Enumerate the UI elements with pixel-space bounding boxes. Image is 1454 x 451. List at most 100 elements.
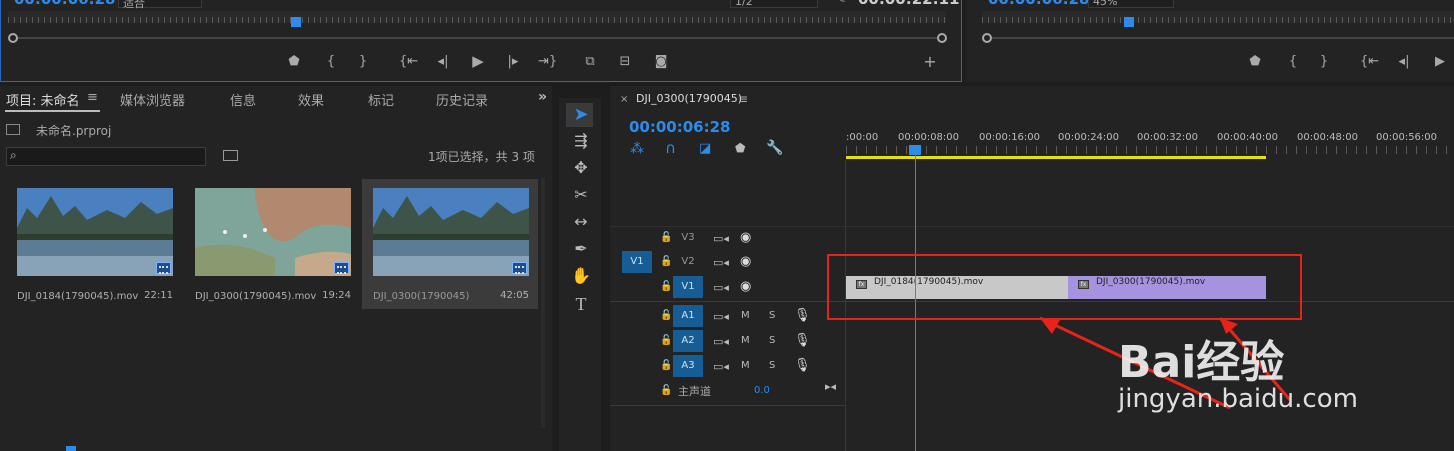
wrench-icon[interactable]: 🔧 bbox=[766, 140, 783, 156]
timeline-timecode[interactable]: 00:00:06:28 bbox=[629, 118, 731, 136]
step-forward-icon[interactable]: |▸ bbox=[504, 54, 522, 70]
source-zoom-select[interactable]: 适合 bbox=[118, 0, 202, 10]
add-button-icon[interactable]: + bbox=[921, 54, 939, 70]
timeline-playhead-handle[interactable] bbox=[909, 145, 921, 155]
program-mark-in-icon[interactable]: { bbox=[1284, 54, 1302, 70]
track-label[interactable]: V3 bbox=[673, 227, 703, 249]
source-zoom-bar[interactable] bbox=[14, 37, 942, 39]
mark-in-icon[interactable]: { bbox=[322, 54, 340, 70]
add-marker-icon[interactable]: ⬟ bbox=[735, 141, 745, 155]
ripple-edit-tool-icon[interactable]: ✥ bbox=[570, 158, 592, 178]
wrench-icon[interactable]: ✎ bbox=[836, 0, 846, 6]
insert-icon[interactable]: ⧉ bbox=[581, 54, 599, 70]
close-icon[interactable]: × bbox=[620, 94, 628, 105]
mute-button[interactable]: M bbox=[741, 335, 750, 346]
sync-lock-icon[interactable]: ▭◂ bbox=[713, 281, 729, 294]
track-label[interactable]: V2 bbox=[673, 251, 703, 273]
sequence-menu-icon[interactable]: ≡ bbox=[738, 92, 748, 106]
linked-selection-icon[interactable]: ◪ bbox=[699, 141, 711, 156]
timeline-ruler-ticks[interactable] bbox=[846, 146, 1454, 154]
solo-button[interactable]: S bbox=[769, 310, 775, 321]
program-timecode[interactable]: 00:00:06:28 bbox=[988, 0, 1090, 8]
sync-lock-icon[interactable]: ▭◂ bbox=[713, 360, 729, 373]
lock-icon[interactable]: 🔓 bbox=[660, 385, 672, 396]
hand-tool-icon[interactable]: ✋ bbox=[570, 266, 592, 286]
source-timecode[interactable]: 00:00:06:28 bbox=[14, 0, 116, 8]
track-label[interactable]: V1 bbox=[673, 276, 703, 298]
sync-lock-icon[interactable]: ▭◂ bbox=[713, 335, 729, 348]
lock-icon[interactable]: 🔓 bbox=[660, 310, 672, 321]
mark-out-icon[interactable]: } bbox=[354, 54, 372, 70]
project-item[interactable]: DJI_0300(1790045).mov 19:24 bbox=[184, 179, 360, 309]
program-mark-out-icon[interactable]: } bbox=[1315, 54, 1333, 70]
lock-icon[interactable]: 🔓 bbox=[660, 256, 672, 267]
sync-lock-icon[interactable]: ▭◂ bbox=[713, 256, 729, 269]
tab-media-browser[interactable]: 媒体浏览器 bbox=[120, 90, 185, 109]
tab-project[interactable]: 项目: 未命名 bbox=[6, 90, 80, 109]
microphone-icon[interactable]: 🎙 bbox=[794, 358, 811, 373]
selection-tool-icon[interactable]: ➤ bbox=[570, 105, 592, 125]
go-to-out-icon[interactable]: ⇥} bbox=[538, 54, 557, 70]
snap-icon[interactable]: ∩ bbox=[665, 139, 676, 157]
overwrite-icon[interactable]: ⊟ bbox=[616, 54, 634, 70]
lock-icon[interactable]: 🔓 bbox=[660, 281, 672, 292]
project-item-selected[interactable]: DJI_0300(1790045) 42:05 bbox=[362, 179, 538, 309]
source-zoom-right-handle[interactable] bbox=[937, 33, 947, 43]
lock-icon[interactable]: 🔓 bbox=[660, 360, 672, 371]
sequence-thumbnail[interactable] bbox=[373, 188, 529, 276]
project-item[interactable]: DJI_0184(1790045).mov 22:11 bbox=[6, 179, 182, 309]
camera-icon[interactable]: ◙ bbox=[652, 54, 670, 70]
program-time-ruler[interactable] bbox=[982, 11, 1454, 23]
folder-up-icon[interactable] bbox=[6, 124, 20, 135]
clip-thumbnail[interactable] bbox=[195, 188, 351, 276]
program-zoom-bar[interactable] bbox=[990, 37, 1454, 39]
program-zoom-handle[interactable] bbox=[982, 33, 992, 43]
source-patch-v1[interactable]: V1 bbox=[622, 251, 652, 273]
play-icon[interactable]: ▶ bbox=[469, 53, 487, 69]
go-to-in-out-icon[interactable]: ▸◂ bbox=[825, 380, 836, 393]
lock-icon[interactable]: 🔓 bbox=[660, 335, 672, 346]
project-scrollbar[interactable] bbox=[541, 178, 545, 428]
mute-button[interactable]: M bbox=[741, 360, 750, 371]
nest-icon[interactable]: ⁂ bbox=[630, 141, 644, 157]
tab-history[interactable]: 历史记录 bbox=[436, 90, 488, 109]
source-playhead[interactable] bbox=[291, 17, 301, 27]
new-bin-icon[interactable] bbox=[223, 150, 238, 161]
track-label[interactable]: A2 bbox=[673, 330, 703, 352]
lock-icon[interactable]: 🔓 bbox=[660, 232, 672, 243]
more-tabs-icon[interactable]: » bbox=[538, 89, 547, 105]
step-back-icon[interactable]: ◂| bbox=[434, 54, 452, 70]
microphone-icon[interactable]: 🎙 bbox=[794, 333, 811, 348]
program-playhead[interactable] bbox=[1124, 17, 1134, 27]
source-time-ruler[interactable] bbox=[8, 11, 946, 23]
solo-button[interactable]: S bbox=[769, 335, 775, 346]
panel-menu-icon[interactable]: ≡ bbox=[87, 90, 98, 105]
track-label[interactable]: A3 bbox=[673, 355, 703, 377]
add-marker-icon[interactable]: ⬟ bbox=[285, 54, 303, 70]
tab-effects[interactable]: 效果 bbox=[298, 90, 324, 109]
clip-thumbnail[interactable] bbox=[17, 188, 173, 276]
microphone-icon[interactable]: 🎙 bbox=[794, 308, 811, 323]
search-input[interactable] bbox=[6, 147, 206, 166]
master-volume-value[interactable]: 0.0 bbox=[754, 385, 770, 396]
zoom-slider-knob[interactable] bbox=[66, 446, 76, 451]
pen-tool-icon[interactable]: ✒ bbox=[570, 239, 592, 259]
source-zoom-left-handle[interactable] bbox=[8, 33, 18, 43]
program-step-back-icon[interactable]: ◂| bbox=[1395, 54, 1413, 70]
tab-info[interactable]: 信息 bbox=[230, 90, 256, 109]
eye-icon[interactable]: ◉ bbox=[740, 230, 751, 245]
slip-tool-icon[interactable]: ↔ bbox=[570, 212, 592, 232]
sync-lock-icon[interactable]: ▭◂ bbox=[713, 232, 729, 245]
program-go-to-in-icon[interactable]: {⇤ bbox=[1360, 54, 1379, 70]
tab-markers[interactable]: 标记 bbox=[368, 90, 394, 109]
sync-lock-icon[interactable]: ▭◂ bbox=[713, 310, 729, 323]
eye-icon[interactable]: ◉ bbox=[740, 279, 751, 294]
program-add-marker-icon[interactable]: ⬟ bbox=[1246, 54, 1264, 70]
go-to-in-icon[interactable]: {⇤ bbox=[399, 54, 418, 70]
mute-button[interactable]: M bbox=[741, 310, 750, 321]
track-select-tool-icon[interactable]: ⇶ bbox=[570, 131, 592, 151]
program-play-icon[interactable]: ▶ bbox=[1431, 54, 1449, 70]
program-zoom-select[interactable]: 45% bbox=[1088, 0, 1174, 8]
eye-icon[interactable]: ◉ bbox=[740, 254, 751, 269]
razor-tool-icon[interactable]: ✂ bbox=[570, 185, 592, 205]
